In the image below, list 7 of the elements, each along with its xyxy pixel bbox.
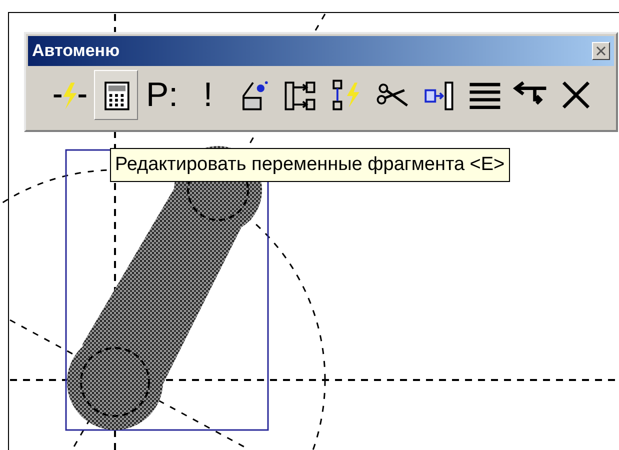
toolbar-button[interactable] [94,70,138,120]
close-button[interactable] [592,42,610,60]
toolbar-button[interactable]: ! [186,70,230,120]
tooltip: Редактировать переменные фрагмента <E> [110,148,510,182]
close-icon [596,46,606,56]
window-title: Автоменю [32,40,120,62]
toolbar-button[interactable]: P: [140,70,184,120]
